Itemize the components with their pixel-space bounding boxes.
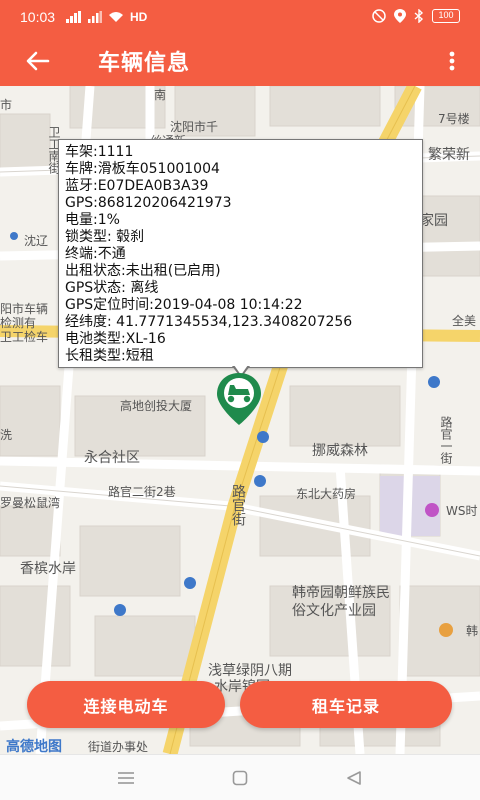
map-label: WS时 xyxy=(446,504,478,518)
signal-icon xyxy=(66,11,81,23)
location-icon xyxy=(394,9,406,23)
no-disturb-icon xyxy=(372,9,386,23)
map-label: 挪威森林 xyxy=(312,443,368,459)
map-label: 路官街 xyxy=(230,484,246,526)
info-rent-status: 出租状态:未出租(已启用) xyxy=(65,263,221,279)
app-bar: 车辆信息 xyxy=(0,36,480,86)
status-time: 10:03 xyxy=(20,9,56,25)
menu-icon xyxy=(118,772,134,784)
rental-records-button[interactable]: 租车记录 xyxy=(240,681,452,728)
map-label: 东北大药房 xyxy=(296,487,357,501)
map-label: 路官一街 xyxy=(439,416,453,464)
map-label: 永合社区 xyxy=(84,450,140,466)
home-nav-button[interactable] xyxy=(220,765,260,791)
network-type: HD xyxy=(130,10,148,24)
status-right-icons: 100 xyxy=(372,9,460,23)
map-label: 全美 xyxy=(452,314,477,328)
wifi-icon xyxy=(109,12,123,22)
back-nav-button[interactable] xyxy=(334,765,374,791)
more-vertical-icon xyxy=(449,51,455,71)
info-gps: GPS:868120206421973 xyxy=(65,195,232,211)
map-label: 洗 xyxy=(0,428,13,442)
arrow-left-icon xyxy=(26,51,50,71)
connect-scooter-button[interactable]: 连接电动车 xyxy=(27,681,225,728)
map-label: 香槟水岸 xyxy=(20,561,76,577)
vehicle-info-popup: 车架:1111 车牌:滑板车051001004 蓝牙:E07DEA0B3A39 … xyxy=(58,139,423,368)
map-label: 俗文化产业园 xyxy=(292,603,376,619)
system-nav-bar xyxy=(0,754,480,800)
home-square-icon xyxy=(232,770,248,786)
info-frame: 车架:1111 xyxy=(65,144,134,160)
bluetooth-icon xyxy=(414,9,424,23)
info-battery-type: 电池类型:XL-16 xyxy=(65,331,166,347)
map-label: 7号楼 xyxy=(438,112,470,126)
amap-logo: 高德地图 xyxy=(6,739,62,755)
map-label: 家园 xyxy=(420,213,448,229)
menu-nav-button[interactable] xyxy=(106,765,146,791)
back-button[interactable] xyxy=(18,44,58,78)
scooter-pin-icon xyxy=(217,373,261,425)
map-label: 韩帝园朝鲜族民 xyxy=(292,585,390,601)
info-gps-status: GPS状态: 离线 xyxy=(65,280,159,296)
more-menu-button[interactable] xyxy=(440,44,464,78)
status-left-icons: HD xyxy=(66,10,147,24)
page-title: 车辆信息 xyxy=(98,51,191,76)
info-bluetooth: 蓝牙:E07DEA0B3A39 xyxy=(65,178,209,194)
vehicle-marker[interactable] xyxy=(214,371,264,427)
battery-icon: 100 xyxy=(432,9,460,23)
map-label: 繁荣新 xyxy=(428,147,470,163)
map-label: 沈辽 xyxy=(24,234,49,248)
map-label: 路官二街2巷 xyxy=(108,485,176,499)
info-battery-level: 电量:1% xyxy=(65,212,120,228)
map-label: 罗曼松鼠湾 xyxy=(0,496,61,510)
map-label: 街道办事处 xyxy=(88,740,149,754)
info-lock-type: 锁类型: 毂刹 xyxy=(65,229,145,245)
signal-2-icon xyxy=(88,11,102,23)
map-label: 南 xyxy=(154,88,167,102)
info-coordinates: 经纬度: 41.7771345534,123.3408207256 xyxy=(65,314,353,330)
map-label: 卫工检车 xyxy=(0,330,49,344)
info-gps-time: GPS定位时间:2019-04-08 10:14:22 xyxy=(65,297,303,313)
map-label: 高地创投大厦 xyxy=(120,399,193,413)
map-label: 市 xyxy=(0,98,13,112)
info-plate: 车牌:滑板车051001004 xyxy=(65,161,220,177)
map-label: 韩 xyxy=(466,624,479,638)
info-terminal: 终端:不通 xyxy=(65,246,126,262)
triangle-back-icon xyxy=(347,771,361,785)
info-rent-type: 长租类型:短租 xyxy=(65,348,154,364)
status-bar: 10:03 HD 100 xyxy=(0,0,480,36)
